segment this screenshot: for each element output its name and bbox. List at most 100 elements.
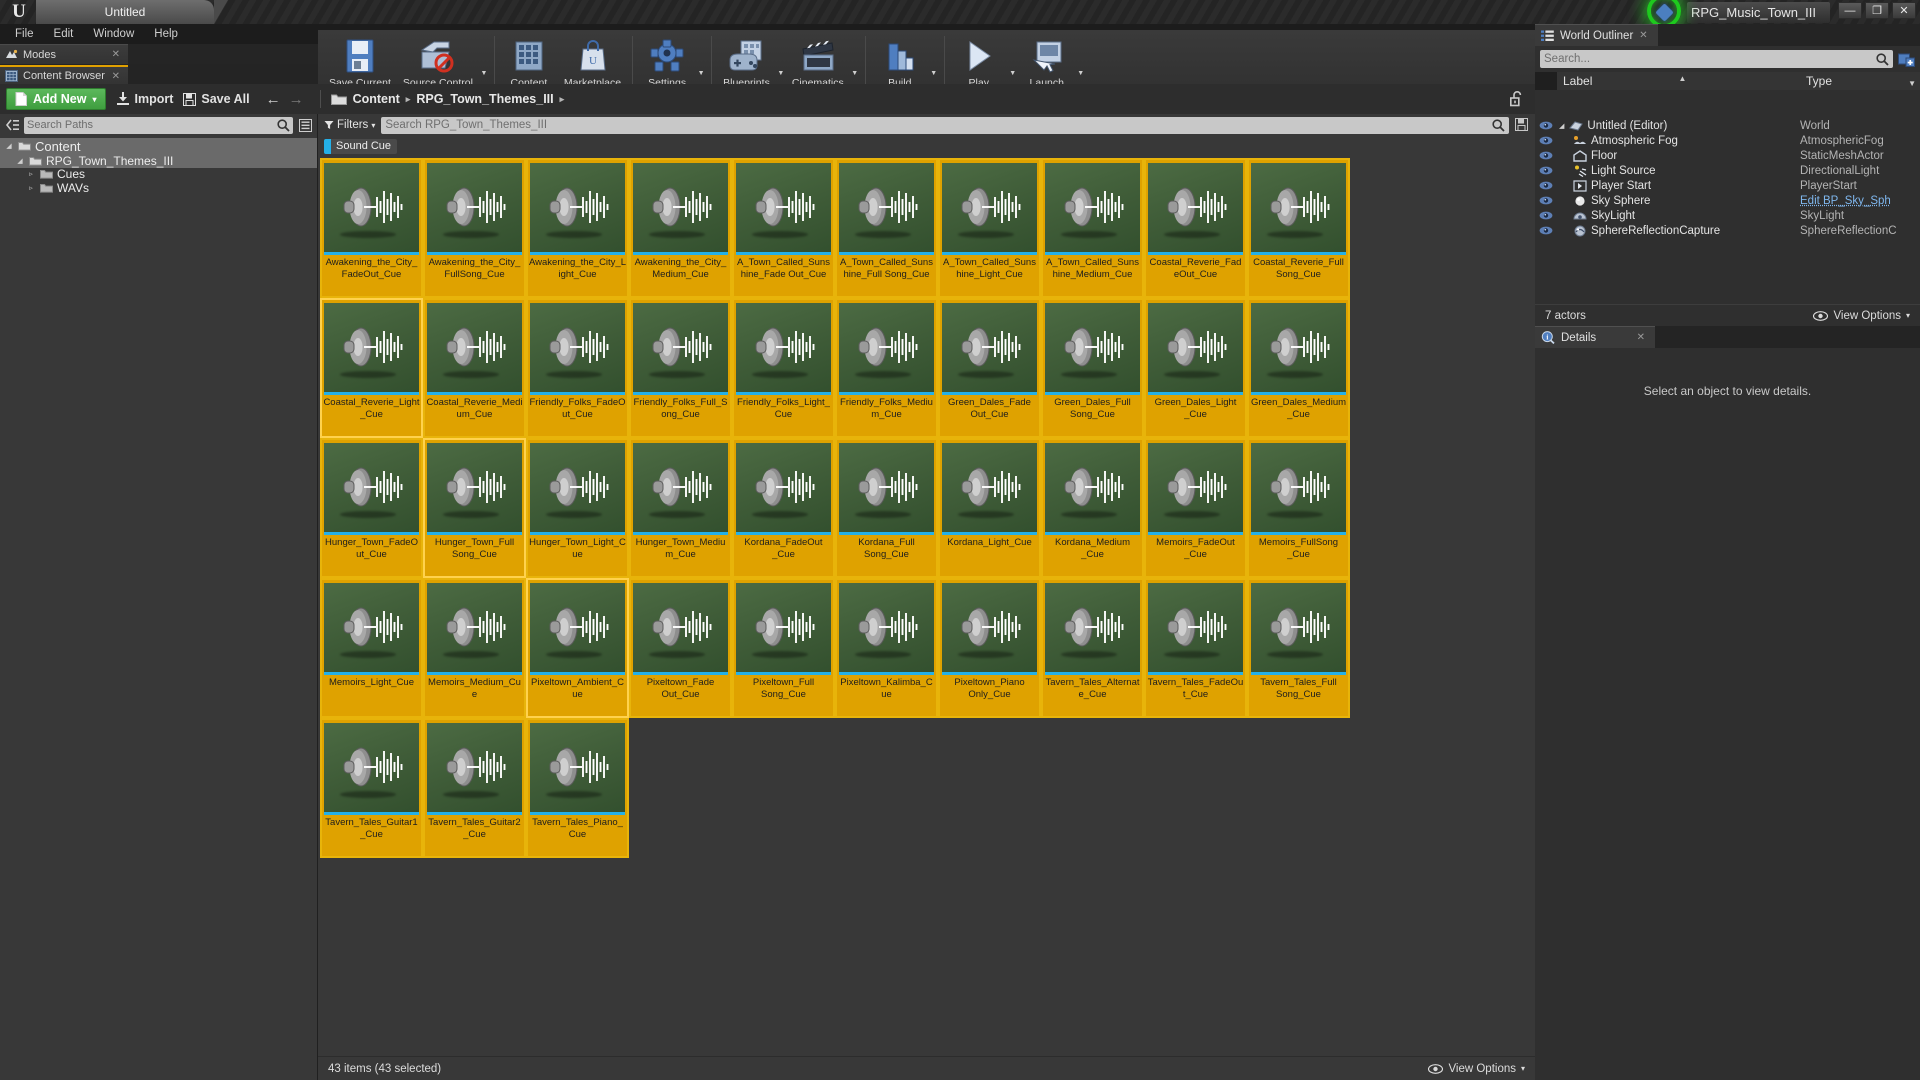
asset-tile[interactable]: Friendly_Folks_Medium_Cue (835, 298, 938, 438)
filters-button[interactable]: Filters ▾ (324, 119, 375, 131)
outliner-search-input[interactable] (1544, 53, 1876, 65)
asset-tile[interactable]: Tavern_Tales_Guitar1_Cue (320, 718, 423, 858)
outliner-type-column-header[interactable]: Type ▼ (1800, 72, 1920, 90)
asset-tile[interactable]: Friendly_Folks_FadeOut_Cue (526, 298, 629, 438)
filter-chip-sound-cue[interactable]: Sound Cue (324, 138, 398, 154)
asset-tile[interactable]: Memoirs_FadeOut _Cue (1144, 438, 1247, 578)
asset-tile[interactable]: Friendly_Folks_Light_Cue (732, 298, 835, 438)
collapse-tree-icon[interactable] (4, 117, 20, 133)
asset-tile[interactable]: Awakening_the_City_FadeOut_Cue (320, 158, 423, 298)
asset-tile[interactable]: Hunger_Town_Full Song_Cue (423, 438, 526, 578)
asset-tile[interactable]: Coastal_Reverie_FullSong_Cue (1247, 158, 1350, 298)
minimize-button[interactable]: — (1838, 2, 1862, 19)
asset-tile[interactable]: Coastal_Reverie_Light_Cue (320, 298, 423, 438)
save-search-icon[interactable] (1515, 118, 1529, 132)
tab-modes-close-icon[interactable]: ✕ (112, 49, 120, 60)
asset-tile[interactable]: Awakening_the_City_Medium_Cue (629, 158, 732, 298)
asset-tile[interactable]: Pixeltown_Piano Only_Cue (938, 578, 1041, 718)
asset-tile[interactable]: Hunger_Town_FadeOut_Cue (320, 438, 423, 578)
outliner-row[interactable]: Atmospheric Fog AtmosphericFog (1535, 133, 1920, 148)
asset-search-input[interactable] (385, 119, 1492, 131)
tree-collapsed-arrow-icon[interactable]: ▹ (26, 170, 36, 178)
outliner-row[interactable]: Light Source DirectionalLight (1535, 163, 1920, 178)
asset-tile[interactable]: Awakening_the_City_Light_Cue (526, 158, 629, 298)
unlocked-padlock-icon[interactable] (1510, 90, 1525, 107)
menu-file[interactable]: File (6, 26, 43, 42)
outliner-label-column-header[interactable]: Label ▲ (1557, 72, 1800, 90)
menu-help[interactable]: Help (145, 26, 187, 42)
asset-tile[interactable]: Tavern_Tales_Full Song_Cue (1247, 578, 1350, 718)
asset-tile[interactable]: Memoirs_FullSong _Cue (1247, 438, 1350, 578)
path-tree-item[interactable]: ▹ Cues (0, 167, 317, 181)
breadcrumb-folder[interactable]: RPG_Town_Themes_III (416, 92, 553, 106)
outliner-row[interactable]: SkyLight SkyLight (1535, 208, 1920, 223)
menu-edit[interactable]: Edit (45, 26, 83, 42)
asset-tile[interactable]: Kordana_FadeOut _Cue (732, 438, 835, 578)
path-tree-item[interactable]: ◢ RPG_Town_Themes_III (0, 154, 317, 168)
asset-tile[interactable]: Tavern_Tales_Guitar2_Cue (423, 718, 526, 858)
outliner-row[interactable]: Floor StaticMeshActor (1535, 148, 1920, 163)
visibility-eye-icon[interactable] (1535, 136, 1557, 145)
tab-details[interactable]: i Details ✕ (1535, 326, 1655, 348)
paths-search-input[interactable] (27, 119, 277, 131)
asset-tile[interactable]: Green_Dales_Medium_Cue (1247, 298, 1350, 438)
outliner-search-box[interactable] (1540, 50, 1893, 68)
asset-tile[interactable]: Kordana_Full Song_Cue (835, 438, 938, 578)
asset-tile[interactable]: Hunger_Town_Medium_Cue (629, 438, 732, 578)
visibility-eye-icon[interactable] (1535, 181, 1557, 190)
asset-tile[interactable]: Coastal_Reverie_Medium_Cue (423, 298, 526, 438)
asset-tile[interactable]: Friendly_Folks_Full_Song_Cue (629, 298, 732, 438)
column-filter-icon[interactable]: ▼ (1908, 79, 1916, 88)
asset-tile[interactable]: Hunger_Town_Light_Cue (526, 438, 629, 578)
search-icon[interactable] (277, 118, 290, 132)
asset-tile[interactable]: Coastal_Reverie_FadeOut_Cue (1144, 158, 1247, 298)
path-tree-item[interactable]: ▹ WAVs (0, 181, 317, 195)
outliner-view-options-button[interactable]: View Options ▾ (1813, 310, 1910, 322)
tab-content-browser[interactable]: Content Browser ✕ (0, 65, 128, 85)
outliner-row[interactable]: SphereReflectionCapture SphereReflectionC (1535, 223, 1920, 238)
asset-tile[interactable]: Pixeltown_Fade Out_Cue (629, 578, 732, 718)
tab-world-outliner-close-icon[interactable]: ✕ (1639, 30, 1647, 41)
asset-tile[interactable]: Tavern_Tales_Piano_Cue (526, 718, 629, 858)
tree-expanded-arrow-icon[interactable]: ◢ (4, 142, 14, 150)
save-all-button[interactable]: Save All (183, 92, 250, 106)
paths-search-box[interactable] (24, 116, 293, 134)
path-tree-item[interactable]: ◢ Content (0, 138, 317, 154)
tab-details-close-icon[interactable]: ✕ (1637, 332, 1645, 343)
outliner-row[interactable]: Sky Sphere Edit BP_Sky_Sph (1535, 193, 1920, 208)
paths-view-options-icon[interactable] (297, 117, 313, 133)
asset-search-box[interactable] (381, 116, 1509, 134)
tree-expanded-arrow-icon[interactable]: ◢ (1559, 122, 1564, 130)
tab-world-outliner[interactable]: World Outliner ✕ (1535, 24, 1658, 46)
asset-tile[interactable]: Green_Dales_Fade Out_Cue (938, 298, 1041, 438)
tree-expanded-arrow-icon[interactable]: ◢ (15, 157, 25, 165)
add-actor-icon[interactable] (1898, 52, 1915, 67)
tab-content-browser-close-icon[interactable]: ✕ (112, 71, 120, 82)
outliner-row[interactable]: ◢ Untitled (Editor) World (1535, 118, 1920, 133)
close-button[interactable]: ✕ (1892, 2, 1916, 19)
asset-tile[interactable]: Pixeltown_Kalimba_Cue (835, 578, 938, 718)
asset-tile[interactable]: A_Town_Called_Sunshine_Medium_Cue (1041, 158, 1144, 298)
asset-tile[interactable]: Memoirs_Medium_Cue (423, 578, 526, 718)
project-tab[interactable]: Untitled (36, 0, 228, 24)
back-arrow-icon[interactable]: ← (266, 91, 281, 108)
tree-collapsed-arrow-icon[interactable]: ▹ (26, 184, 36, 192)
visibility-eye-icon[interactable] (1535, 226, 1557, 235)
visibility-eye-icon[interactable] (1535, 196, 1557, 205)
asset-tile[interactable]: Green_Dales_Full Song_Cue (1041, 298, 1144, 438)
breadcrumb-separator-2-icon[interactable]: ▸ (560, 94, 565, 105)
asset-tile[interactable]: Pixeltown_Full Song_Cue (732, 578, 835, 718)
asset-tile[interactable]: Kordana_Medium _Cue (1041, 438, 1144, 578)
outliner-search-icon[interactable] (1876, 52, 1889, 66)
menu-window[interactable]: Window (84, 26, 143, 42)
asset-tile[interactable]: A_Town_Called_Sunshine_Fade Out_Cue (732, 158, 835, 298)
visibility-eye-icon[interactable] (1535, 121, 1557, 130)
restore-button[interactable]: ❐ (1865, 2, 1889, 19)
forward-arrow-icon[interactable]: → (289, 91, 304, 108)
breadcrumb-content[interactable]: Content (353, 92, 400, 106)
asset-tile[interactable]: Green_Dales_Light _Cue (1144, 298, 1247, 438)
asset-tile[interactable]: Awakening_the_City_FullSong_Cue (423, 158, 526, 298)
asset-tile[interactable]: A_Town_Called_Sunshine_Light_Cue (938, 158, 1041, 298)
asset-search-icon[interactable] (1492, 118, 1505, 132)
content-view-options-button[interactable]: View Options ▾ (1428, 1063, 1525, 1075)
